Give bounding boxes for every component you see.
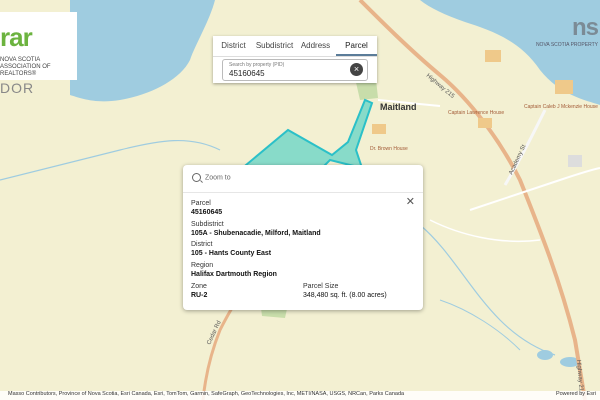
parcel-label: Parcel <box>191 200 211 207</box>
attribution-text: Masso Contributors, Province of Nova Sco… <box>8 391 405 397</box>
label-maitland: Maitland <box>380 102 417 112</box>
popup-header: Zoom to <box>183 165 423 193</box>
parcel-value: 45160645 <box>191 209 223 216</box>
powered-by-esri[interactable]: Powered by Esri <box>556 391 596 397</box>
building <box>372 124 386 134</box>
region-label: Region <box>191 262 214 269</box>
subdistrict-label: Subdistrict <box>191 221 224 228</box>
district-value: 105 - Hants County East <box>191 250 272 257</box>
subdistrict-value: 105A - Shubenacadie, Milford, Maitland <box>191 230 321 237</box>
parcel-popup: Zoom to ✕ Parcel 45160645 Subdistrict 10… <box>183 165 423 310</box>
region-value: Halifax Dartmouth Region <box>191 271 277 278</box>
parcel-size-label: Parcel Size <box>303 283 339 290</box>
ns-logo-main: ns <box>571 14 599 41</box>
label-captain-lawrence-house: Captain Lawrence House <box>448 110 504 116</box>
zoom-to-button[interactable]: Zoom to <box>192 173 231 182</box>
zoom-to-label: Zoom to <box>204 174 231 182</box>
tab-subdistrict[interactable]: Subdistrict <box>254 36 295 56</box>
label-captain-mckenzie-house: Captain Caleb J Mckenzie House <box>524 104 598 110</box>
brand-logo-block: rar NOVA SCOTIA ASSOCIATION OF REALTORS® <box>0 12 77 80</box>
brand-bottom-text: DOR <box>0 80 35 96</box>
zone-value: RU-2 <box>191 292 208 299</box>
brand-logo: rar <box>0 22 33 52</box>
tab-district[interactable]: District <box>213 36 254 56</box>
building <box>478 118 492 128</box>
building <box>485 50 501 62</box>
search-panel: District Subdistrict Address Parcel Sear… <box>213 36 377 83</box>
search-placeholder: Search by property (PID) <box>229 62 285 68</box>
building <box>555 80 573 94</box>
search-tabs: District Subdistrict Address Parcel <box>213 36 377 57</box>
zone-label: Zone <box>191 283 207 290</box>
parcel-size-value: 348,480 sq. ft. (8.00 acres) <box>303 292 387 299</box>
building <box>568 155 582 167</box>
attribution-bar: Masso Contributors, Province of Nova Sco… <box>0 391 600 400</box>
brand-subtitle: NOVA SCOTIA ASSOCIATION OF REALTORS® <box>0 57 51 77</box>
ns-logo-sub: NOVA SCOTIA PROPERTY <box>535 42 598 48</box>
search-value[interactable]: 45160645 <box>229 69 265 78</box>
tab-address[interactable]: Address <box>295 36 336 56</box>
tab-parcel[interactable]: Parcel <box>336 36 377 56</box>
close-icon[interactable]: ✕ <box>406 195 415 208</box>
search-input[interactable]: Search by property (PID) 45160645 × <box>222 59 368 81</box>
district-label: District <box>191 241 213 248</box>
ns-logo: ns NOVA SCOTIA PROPERTY <box>535 14 599 48</box>
close-circle-icon[interactable]: × <box>350 63 363 76</box>
label-dr-brown-house: Dr. Brown House <box>370 146 408 152</box>
magnifier-icon <box>192 173 201 182</box>
